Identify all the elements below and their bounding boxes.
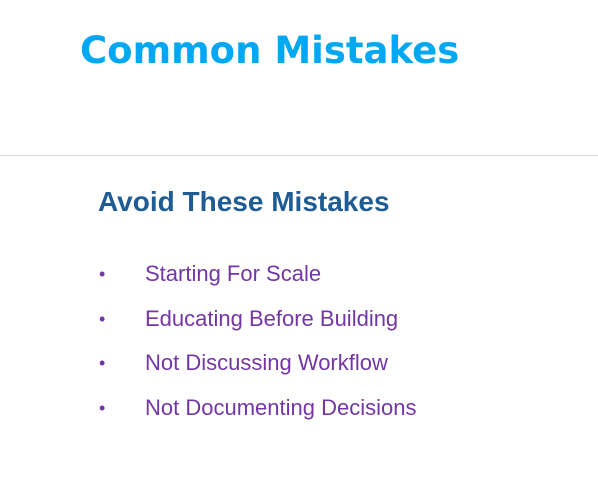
- slide: Common Mistakes Avoid These Mistakes • S…: [0, 0, 598, 481]
- bullet-icon: •: [99, 353, 106, 374]
- title-divider: [0, 155, 598, 156]
- slide-title: Common Mistakes: [80, 29, 460, 72]
- bullet-text: Not Documenting Decisions: [145, 395, 417, 421]
- bullet-icon: •: [99, 264, 106, 284]
- bullet-icon: •: [99, 398, 106, 419]
- bullet-text: Not Discussing Workflow: [145, 350, 388, 376]
- bullet-icon: •: [99, 308, 106, 329]
- bullet-text: Educating Before Building: [145, 305, 399, 331]
- bullet-text: Starting For Scale: [145, 261, 322, 286]
- section-heading: Avoid These Mistakes: [98, 186, 390, 217]
